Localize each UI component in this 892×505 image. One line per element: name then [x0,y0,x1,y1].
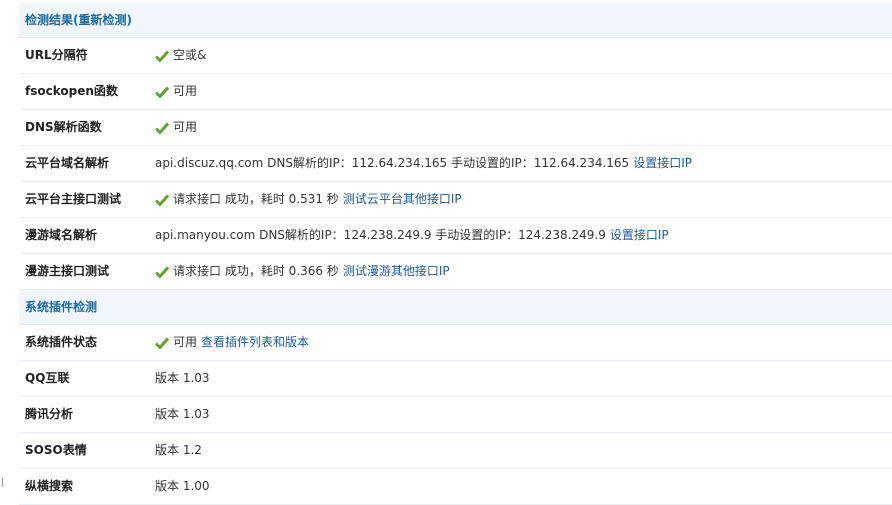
check-icon [155,50,169,62]
value-text: 版本 1.00 [155,479,210,493]
value-text: 版本 1.2 [155,443,202,457]
test-cloud-other-interfaces-link[interactable]: 测试云平台其他接口IP [343,182,462,217]
section-title[interactable]: 检测结果(重新检测) [25,13,132,27]
row-value: 版本 1.00 [155,469,210,504]
row-value: 请求接口 成功，耗时 0.366 秒 测试漫游其他接口IP [155,254,450,289]
row-value: 版本 1.03 [155,361,210,396]
row-value: api.discuz.qq.com DNS解析的IP：112.64.234.16… [155,146,692,181]
value-text: 可用 [173,84,198,98]
row-dns-function: DNS解析函数 可用 [19,110,892,146]
check-icon [155,266,169,278]
row-plugin-qq-connect: QQ互联 版本 1.03 [19,361,892,397]
value-text: 版本 1.03 [155,371,210,385]
row-cloud-domain-resolve: 云平台域名解析 api.discuz.qq.com DNS解析的IP：112.6… [19,146,892,182]
row-label: 纵横搜索 [25,479,74,493]
value-text: api.manyou.com DNS解析的IP：124.238.249.9 手动… [155,228,606,242]
row-label: SOSO表情 [25,443,87,457]
value-text: 版本 1.03 [155,407,210,421]
section-title: 系统插件检测 [25,300,98,314]
row-plugin-tencent-analytics: 腾讯分析 版本 1.03 [19,397,892,433]
value-text: 可用 [173,335,198,349]
row-label: 系统插件状态 [25,335,98,349]
section-header-plugin-check: 系统插件检测 [19,290,892,325]
row-label: 云平台主接口测试 [25,192,122,206]
check-icon [155,86,169,98]
check-icon [155,337,169,349]
row-value: api.manyou.com DNS解析的IP：124.238.249.9 手动… [155,218,669,253]
row-manyou-main-interface: 漫游主接口测试 请求接口 成功，耗时 0.366 秒 测试漫游其他接口IP [19,254,892,290]
value-text: api.discuz.qq.com DNS解析的IP：112.64.234.16… [155,156,630,170]
row-value: 版本 1.03 [155,397,210,432]
row-label: QQ互联 [25,371,70,385]
row-value: 可用 [155,74,197,109]
value-text: 可用 [173,120,198,134]
row-manyou-domain-resolve: 漫游域名解析 api.manyou.com DNS解析的IP：124.238.2… [19,218,892,254]
row-url-separator: URL分隔符 空或& [19,38,892,74]
row-label: fsockopen函数 [25,84,118,98]
check-icon [155,194,169,206]
row-plugin-soso-emoji: SOSO表情 版本 1.2 [19,433,892,469]
row-label: 漫游域名解析 [25,228,98,242]
set-interface-ip-link[interactable]: 设置接口IP [633,146,692,181]
row-plugin-zongheng-search: 纵横搜索 版本 1.00 [19,469,892,505]
set-interface-ip-link[interactable]: 设置接口IP [610,218,669,253]
row-label: 漫游主接口测试 [25,264,110,278]
row-cloud-main-interface: 云平台主接口测试 请求接口 成功，耗时 0.531 秒 测试云平台其他接口IP [19,182,892,218]
row-value: 版本 1.2 [155,433,202,468]
row-value: 可用 查看插件列表和版本 [155,325,309,360]
check-icon [155,122,169,134]
test-manyou-other-interfaces-link[interactable]: 测试漫游其他接口IP [343,254,450,289]
scroll-edge-marker [2,478,6,487]
row-value: 请求接口 成功，耗时 0.531 秒 测试云平台其他接口IP [155,182,462,217]
row-plugin-status: 系统插件状态 可用 查看插件列表和版本 [19,325,892,361]
value-text: 空或& [173,48,207,62]
check-panel: 检测结果(重新检测) URL分隔符 空或& fsockopen函数 可用 DNS… [19,3,892,505]
section-header-check-result[interactable]: 检测结果(重新检测) [19,3,892,38]
row-fsockopen: fsockopen函数 可用 [19,74,892,110]
row-value: 空或& [155,38,206,73]
view-plugin-list-link[interactable]: 查看插件列表和版本 [201,325,309,360]
row-label: 云平台域名解析 [25,156,110,170]
row-label: DNS解析函数 [25,120,102,134]
row-label: 腾讯分析 [25,407,74,421]
value-text: 请求接口 成功，耗时 0.366 秒 [173,264,339,278]
value-text: 请求接口 成功，耗时 0.531 秒 [173,192,339,206]
row-value: 可用 [155,110,197,145]
row-label: URL分隔符 [25,48,88,62]
